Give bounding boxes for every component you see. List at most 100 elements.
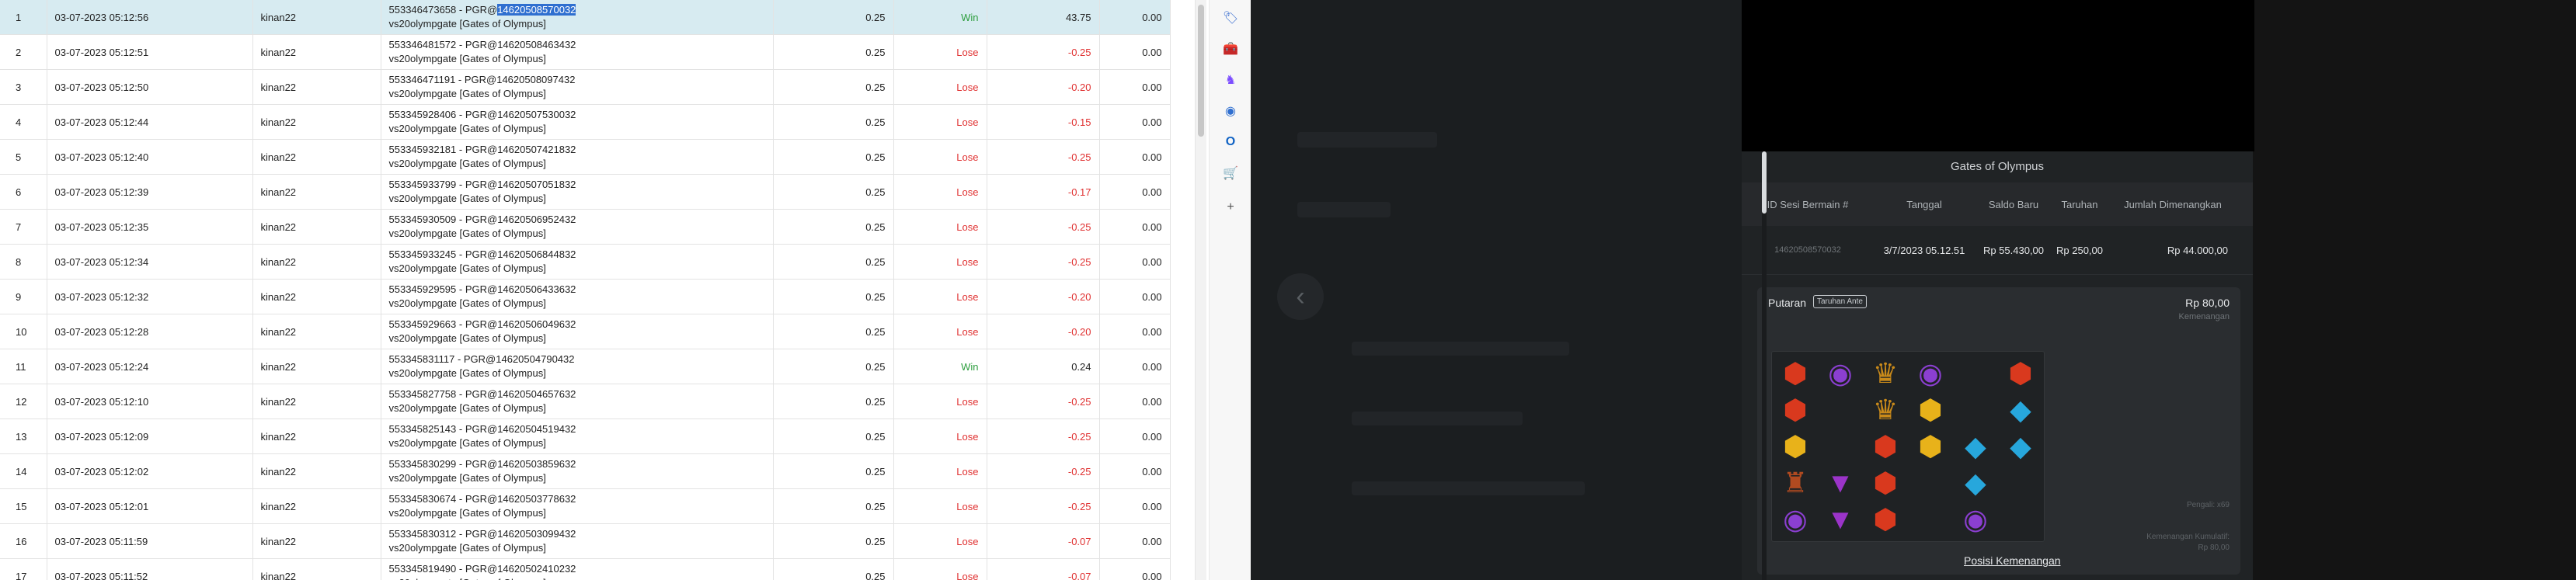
row-id-prefix: 553345819490 - PGR@ xyxy=(388,563,498,575)
table-row[interactable]: 10 03-07-2023 05:12:28 kinan22 553345929663… xyxy=(0,314,1171,349)
row-id-ref[interactable]: 14620507530032 xyxy=(497,109,576,120)
table-row[interactable]: 1 03-07-2023 05:12:56 kinan22 553346473658 … xyxy=(0,0,1171,35)
table-row[interactable]: 17 03-07-2023 05:11:52 kinan22 553345819490… xyxy=(0,558,1171,580)
plus-icon[interactable]: + xyxy=(1222,199,1239,216)
row-extra: 0.00 xyxy=(1099,488,1171,524)
row-id-prefix: 553346473658 - PGR@ xyxy=(388,4,498,16)
table-row[interactable]: 11 03-07-2023 05:12:24 kinan22 553345831117… xyxy=(0,349,1171,384)
row-game-name: vs20olympgate [Gates of Olympus] xyxy=(388,227,546,239)
row-id-ref[interactable]: 14620503778632 xyxy=(497,493,576,505)
table-row[interactable]: 5 03-07-2023 05:12:40 kinan22 553345932181 … xyxy=(0,139,1171,175)
row-number: 9 xyxy=(0,279,47,314)
row-result: Lose xyxy=(893,244,987,280)
row-id-ref[interactable]: 14620503099432 xyxy=(497,528,576,540)
row-result: Lose xyxy=(893,488,987,524)
table-row[interactable]: 8 03-07-2023 05:12:34 kinan22 553345933245 … xyxy=(0,244,1171,280)
row-id-ref[interactable]: 14620508097432 xyxy=(496,74,575,85)
row-id-prefix: 553345933799 - PGR@ xyxy=(388,179,498,190)
row-id-ref[interactable]: 14620506952432 xyxy=(497,214,576,225)
row-extra: 0.00 xyxy=(1099,209,1171,245)
ghost-block xyxy=(1297,132,1437,148)
transaction-history: 1 03-07-2023 05:12:56 kinan22 553346473658 … xyxy=(0,0,1173,580)
table-row[interactable]: 15 03-07-2023 05:12:01 kinan22 553345830674… xyxy=(0,488,1171,524)
table-row[interactable]: 2 03-07-2023 05:12:51 kinan22 553346481572 … xyxy=(0,34,1171,70)
game-viewer: ‹ Gates of Olympus ID Sesi Bermain # Tan… xyxy=(1251,0,2576,580)
row-amount: -0.25 xyxy=(987,139,1100,175)
chess-icon[interactable]: ♞ xyxy=(1222,71,1239,89)
row-id-ref[interactable]: 14620506049632 xyxy=(497,318,576,330)
row-game-name: vs20olympgate [Gates of Olympus] xyxy=(388,88,546,99)
table-row[interactable]: 7 03-07-2023 05:12:35 kinan22 553345930509 … xyxy=(0,209,1171,245)
row-id-ref[interactable]: 14620503859632 xyxy=(497,458,576,470)
row-bet: 0.25 xyxy=(773,69,894,105)
dimmed-background: ‹ xyxy=(1251,0,1742,580)
table-row[interactable]: 12 03-07-2023 05:12:10 kinan22 553345827758… xyxy=(0,384,1171,419)
row-id-ref[interactable]: 14620508570032 xyxy=(497,4,576,16)
row-id-ref[interactable]: 14620504657632 xyxy=(497,388,576,400)
yellow-gem-icon: ⬢ xyxy=(1918,394,1943,425)
row-amount: -0.20 xyxy=(987,314,1100,349)
row-id-ref[interactable]: 14620504519432 xyxy=(497,423,576,435)
row-id-ref[interactable]: 14620502410232 xyxy=(497,563,576,575)
row-number: 6 xyxy=(0,174,47,210)
row-id-ref[interactable]: 14620507421832 xyxy=(497,144,576,155)
row-id-ref[interactable]: 14620506844832 xyxy=(497,248,576,260)
purple-orb-icon: ◉ xyxy=(1918,357,1943,389)
row-id-prefix: 553345825143 - PGR@ xyxy=(388,423,498,435)
row-game-name: vs20olympgate [Gates of Olympus] xyxy=(388,402,546,414)
multiplier-label: Pengali: x69 xyxy=(2186,501,2230,509)
row-date: 03-07-2023 05:11:59 xyxy=(47,523,253,559)
crown-icon: ♛ xyxy=(1872,394,1899,425)
chevron-left-icon[interactable]: ‹ xyxy=(1277,273,1324,320)
detail-header: ID Sesi Bermain # Tanggal Saldo Baru Tar… xyxy=(1742,182,2253,226)
outlook-icon[interactable]: O xyxy=(1222,134,1239,151)
panel-scrollbar[interactable] xyxy=(1762,151,1767,580)
detail-bet: Rp 250,00 xyxy=(2056,244,2103,256)
row-id-ref[interactable]: 14620507051832 xyxy=(497,179,576,190)
toolbox-icon[interactable]: 🧰 xyxy=(1222,40,1239,57)
row-number: 12 xyxy=(0,384,47,419)
table-row[interactable]: 14 03-07-2023 05:12:02 kinan22 553345830299… xyxy=(0,453,1171,489)
symbol-grid: ⬢ ◉ ♛ ◉ ⬢ ⬢ ♛ ⬢ ◆ ⬢ ⬢ ⬢ ◆ ◆ ♜ ▼ ⬢ ◆ ◉ ▼ xyxy=(1771,351,2045,542)
table-row[interactable]: 6 03-07-2023 05:12:39 kinan22 553345933799 … xyxy=(0,174,1171,210)
row-id-prefix: 553345930509 - PGR@ xyxy=(388,214,498,225)
table-row[interactable]: 13 03-07-2023 05:12:09 kinan22 553345825143… xyxy=(0,419,1171,454)
row-game: 553345827758 - PGR@14620504657632 vs20oly… xyxy=(381,384,774,419)
crown-icon: ♛ xyxy=(1872,357,1899,389)
row-id-prefix: 553345830674 - PGR@ xyxy=(388,493,498,505)
row-id-ref[interactable]: 14620506433632 xyxy=(497,283,576,295)
row-id-ref[interactable]: 14620508463432 xyxy=(497,39,576,50)
history-scrollbar[interactable] xyxy=(1195,0,1206,580)
row-bet: 0.25 xyxy=(773,139,894,175)
table-row[interactable]: 9 03-07-2023 05:12:32 kinan22 553345929595 … xyxy=(0,279,1171,314)
ghost-block xyxy=(1297,202,1391,217)
blue-gem-icon: ◆ xyxy=(2010,394,2031,425)
cart-icon[interactable]: 🛒 xyxy=(1222,165,1239,182)
row-user: kinan22 xyxy=(252,558,381,580)
panel-title: Gates of Olympus xyxy=(1950,160,2045,173)
win-position-link[interactable]: Posisi Kemenangan xyxy=(1964,554,2061,567)
row-date: 03-07-2023 05:12:44 xyxy=(47,104,253,140)
ghost-block xyxy=(1352,481,1585,495)
yellow-gem-icon: ⬢ xyxy=(1783,430,1808,462)
row-game: 553345831117 - PGR@14620504790432 vs20oly… xyxy=(381,349,774,384)
table-row[interactable]: 16 03-07-2023 05:11:59 kinan22 553345830312… xyxy=(0,523,1171,559)
blue-circle-icon[interactable]: ◉ xyxy=(1222,102,1239,120)
row-result: Lose xyxy=(893,314,987,349)
panel-scrollbar-thumb[interactable] xyxy=(1762,151,1767,214)
row-extra: 0.00 xyxy=(1099,523,1171,559)
row-result: Lose xyxy=(893,174,987,210)
row-bet: 0.25 xyxy=(773,488,894,524)
tag-icon[interactable]: 🏷 xyxy=(1222,9,1239,26)
helmet-icon: ♜ xyxy=(1782,467,1808,498)
row-bet: 0.25 xyxy=(773,419,894,454)
row-user: kinan22 xyxy=(252,34,381,70)
table-row[interactable]: 3 03-07-2023 05:12:50 kinan22 553346471191 … xyxy=(0,69,1171,105)
row-id-prefix: 553346471191 - PGR@ xyxy=(388,74,497,85)
table-row[interactable]: 4 03-07-2023 05:12:44 kinan22 553345928406 … xyxy=(0,104,1171,140)
row-id-prefix: 553345830299 - PGR@ xyxy=(388,458,498,470)
row-id-ref[interactable]: 14620504790432 xyxy=(496,353,574,365)
row-game-name: vs20olympgate [Gates of Olympus] xyxy=(389,576,765,580)
row-game: 553345929663 - PGR@14620506049632 vs20oly… xyxy=(381,314,774,349)
scrollbar-thumb[interactable] xyxy=(1198,5,1204,137)
